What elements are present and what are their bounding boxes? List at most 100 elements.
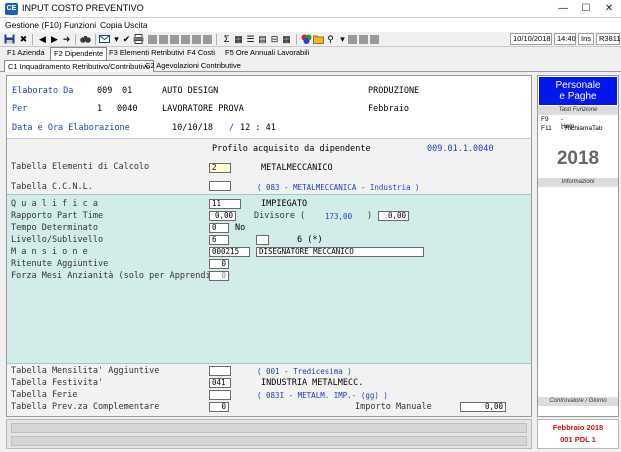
livello-label: Livello/Sublivello: [11, 235, 104, 245]
menu-bar: Gestione (F10) Funzioni Copia Uscita: [0, 18, 621, 32]
tab-agevolazioni[interactable]: C2 Agevolazioni Contributive: [142, 60, 244, 72]
informazioni-caption: Informazioni: [538, 178, 618, 187]
colors-icon[interactable]: [301, 34, 312, 44]
divisore-close: ): [367, 211, 373, 221]
tasti-caption: Tasti Funzione: [538, 106, 618, 115]
forza-label: Forza Mesi Anzianità (solo per Apprendis…: [11, 271, 232, 281]
app-icon: CE: [5, 3, 18, 15]
minus-icon[interactable]: ⊟: [269, 34, 280, 44]
per-name: LAVORATORE PROVA: [162, 104, 244, 114]
status-time: 14:40: [554, 33, 576, 45]
check-icon[interactable]: ✔: [121, 34, 132, 44]
status-date: 10/10/2018: [510, 33, 552, 45]
folder-icon[interactable]: [313, 34, 324, 44]
qualifica-field[interactable]: 11: [209, 199, 241, 209]
ferie-field[interactable]: [209, 390, 231, 400]
table-icon[interactable]: ▤: [257, 34, 268, 44]
mansione-label: M a n s i o n e: [11, 247, 88, 257]
ritenute-label: Ritenute Aggiuntive: [11, 259, 109, 269]
prev-field[interactable]: 0: [209, 402, 229, 412]
data-separator: /: [229, 123, 235, 133]
cancel-icon[interactable]: ✖: [18, 34, 29, 44]
elaborato-label: Elaborato Da: [12, 86, 74, 96]
disabled-tool-icon: [148, 35, 157, 44]
binoculars-icon[interactable]: [80, 34, 91, 44]
grid-alt-icon[interactable]: ▦: [281, 34, 292, 44]
mensilita-field[interactable]: [209, 366, 231, 376]
fkey-help-key: F9: [541, 116, 549, 123]
mansione-field[interactable]: 000215: [209, 247, 250, 257]
dropdown-chevron-icon[interactable]: ▾: [337, 34, 348, 44]
arrow-right-alt-icon[interactable]: ➜: [61, 34, 72, 44]
controvalore-caption: Controvalore / Giorno: [538, 397, 618, 406]
form-panel: Elaborato Da 009 01 AUTO DESIGN PRODUZIO…: [6, 75, 532, 417]
grid-icon[interactable]: ▦: [233, 34, 244, 44]
ccnl-label: Tabella C.C.N.L.: [11, 182, 93, 192]
printer-icon[interactable]: [133, 34, 144, 44]
livello-field[interactable]: 6: [209, 235, 229, 245]
disabled-tool-icon: [359, 35, 368, 44]
parttime-label: Rapporto Part Time: [11, 211, 104, 221]
profile-title: Profilo acquisito da dipendente: [212, 144, 371, 154]
sublivello-field[interactable]: [256, 235, 269, 245]
brand-logo: Personale e Paghe: [539, 77, 617, 105]
mail-icon[interactable]: [99, 34, 110, 44]
profile-code: 009.01.1.0040: [427, 144, 494, 154]
menu-uscita[interactable]: Uscita: [124, 20, 148, 30]
title-bar: CE INPUT COSTO PREVENTIVO — ☐ ✕: [0, 0, 621, 18]
mansione-desc: DISEGNATORE MECCANICO: [256, 247, 424, 257]
disabled-tool-icon: [159, 35, 168, 44]
menu-funzioni[interactable]: Funzioni: [64, 20, 96, 30]
disabled-tool-icon: [192, 35, 201, 44]
status-mode: Ins: [578, 33, 594, 45]
livello-desc: 6 (*): [297, 235, 323, 245]
parttime-field[interactable]: 0,00: [209, 211, 236, 221]
ritenute-field[interactable]: 0: [209, 259, 229, 269]
toolbar-separator: [216, 34, 217, 45]
fkey-richiamatab[interactable]: F11 - RichiamaTab: [541, 125, 619, 132]
sigma-icon[interactable]: Σ: [221, 34, 232, 44]
brand-line1: Personale: [555, 80, 601, 91]
disabled-tool-icon: [370, 35, 379, 44]
attachment-icon[interactable]: ⚲: [325, 34, 336, 44]
list-icon[interactable]: ☰: [245, 34, 256, 44]
arrow-left-icon[interactable]: ◀: [37, 34, 48, 44]
window-title: INPUT COSTO PREVENTIVO: [22, 3, 144, 13]
qualifica-label: Q u a l i f i c a: [11, 199, 98, 209]
fkey-help[interactable]: F9 - Help: [541, 116, 574, 130]
minimize-button[interactable]: —: [552, 1, 574, 16]
elementi-field[interactable]: 2: [209, 163, 231, 173]
festivita-desc: INDUSTRIA METALMECC.: [261, 378, 364, 388]
save-icon[interactable]: [4, 34, 15, 44]
importo-label: Importo Manuale: [355, 402, 432, 412]
tab-azienda[interactable]: F1 Azienda: [4, 47, 48, 60]
qualifica-section: Q u a l i f i c a 11 IMPIEGATO Rapporto …: [7, 194, 531, 364]
importo-field[interactable]: 0,00: [460, 402, 506, 412]
festivita-field[interactable]: 041: [209, 378, 231, 388]
festivita-label: Tabella Festivita': [11, 378, 104, 388]
year-display: 2018: [556, 148, 600, 169]
close-button[interactable]: ✕: [598, 1, 620, 16]
tab-elementi-retributivi[interactable]: F3 Elementi Retributivi: [106, 47, 187, 60]
tab-dipendente[interactable]: F2 Dipendente: [50, 47, 108, 60]
status-code: R3811: [596, 33, 621, 45]
tab-costi[interactable]: F4 Costi: [184, 47, 218, 60]
toolbar-separator: [32, 34, 33, 45]
elaborato-code2: 01: [122, 86, 133, 96]
maximize-button[interactable]: ☐: [575, 1, 597, 16]
sub-tabs: C1 Inquadramento Retributivo/Contributiv…: [0, 60, 621, 72]
elementi-desc: METALMECCANICO: [261, 163, 333, 173]
divisore-field[interactable]: 0,00: [378, 211, 409, 221]
forza-field[interactable]: 0: [209, 271, 229, 281]
header-section: Elaborato Da 009 01 AUTO DESIGN PRODUZIO…: [7, 76, 531, 138]
per-label: Per: [12, 104, 28, 114]
menu-gestione[interactable]: Gestione (F10): [5, 20, 62, 30]
ccnl-field[interactable]: [209, 181, 231, 191]
tempo-field[interactable]: 0: [209, 223, 229, 233]
menu-copia[interactable]: Copia: [100, 20, 122, 30]
tab-inquadramento[interactable]: C1 Inquadramento Retributivo/Contributiv…: [4, 60, 155, 72]
arrow-right-icon[interactable]: ▶: [49, 34, 60, 44]
disabled-tool-icon: [348, 35, 357, 44]
toolbar-separator: [95, 34, 96, 45]
tab-ore-annuali[interactable]: F5 Ore Annuali Lavorabili: [222, 47, 312, 60]
